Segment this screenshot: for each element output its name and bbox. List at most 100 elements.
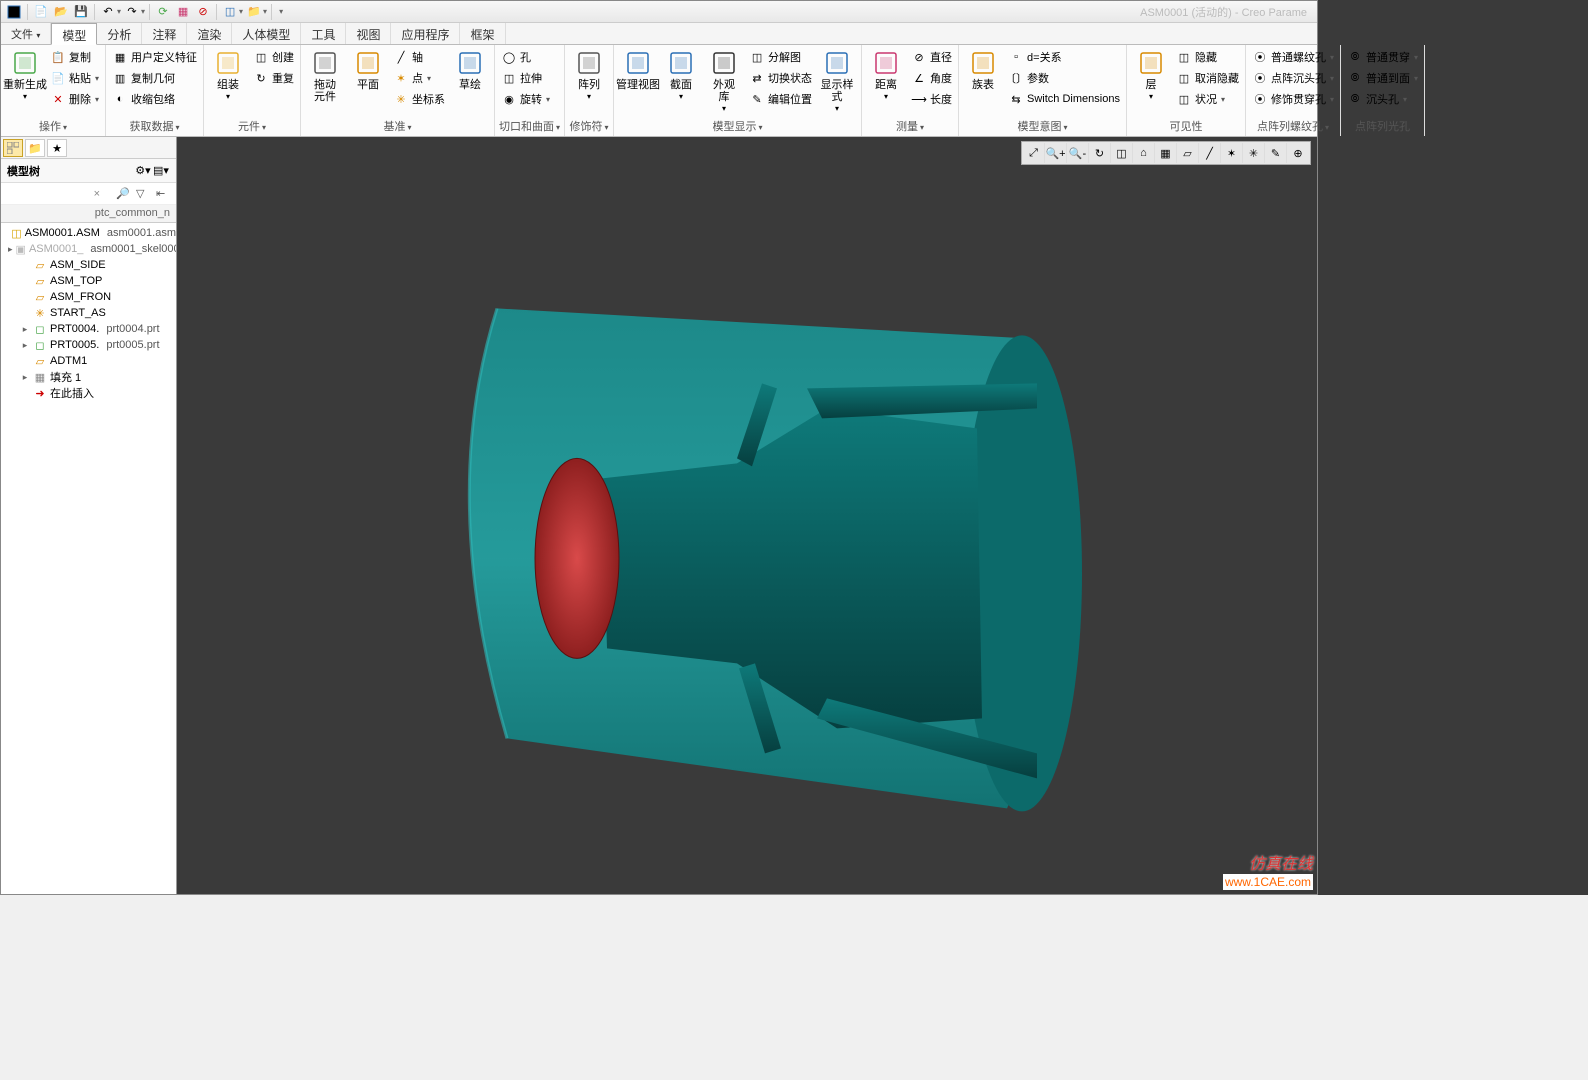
tree-twisty-icon[interactable]: ▸ — [20, 372, 30, 383]
sidebar-search-icon[interactable]: 🔎 — [116, 187, 130, 200]
tab-tools[interactable]: 工具 — [301, 23, 346, 44]
status-button[interactable]: ◫状况▾ — [1174, 89, 1241, 109]
assemble-button[interactable]: 组装▾ — [208, 47, 248, 103]
cthrd-pt-button[interactable]: ⦿修饰贯穿孔▾ — [1250, 89, 1336, 109]
qat-regen-icon[interactable]: ⟳ — [154, 3, 172, 21]
relation-button[interactable]: ▫d=关系 — [1006, 47, 1122, 67]
saved-view-icon[interactable]: ⌂ — [1133, 143, 1155, 163]
famtable-button[interactable]: 族表 — [963, 47, 1003, 91]
tab-frame[interactable]: 框架 — [460, 23, 505, 44]
switchdim-button[interactable]: ⇆Switch Dimensions — [1006, 89, 1122, 109]
datum-point-icon[interactable]: ✶ — [1221, 143, 1243, 163]
tab-view[interactable]: 视图 — [346, 23, 391, 44]
paste-button[interactable]: 📄粘贴▾ — [48, 68, 101, 88]
csunk-pt-button[interactable]: ⦿点阵沉头孔▾ — [1250, 68, 1336, 88]
sidebar-tab-folder-icon[interactable]: 📁 — [25, 139, 45, 157]
annot-icon[interactable]: ✎ — [1265, 143, 1287, 163]
repaint-icon[interactable]: ↻ — [1089, 143, 1111, 163]
datum-csys-icon[interactable]: ✳ — [1243, 143, 1265, 163]
csys-button[interactable]: ✳坐标系 — [391, 89, 447, 109]
sketch-button[interactable]: 草绘 — [450, 47, 490, 91]
hide-button[interactable]: ◫隐藏 — [1174, 47, 1241, 67]
persp-icon[interactable]: ▦ — [1155, 143, 1177, 163]
tree-row[interactable]: ▱ASM_FRON — [1, 289, 176, 305]
tree-row[interactable]: ▱ASM_TOP — [1, 273, 176, 289]
editpos-button[interactable]: ✎编辑位置 — [747, 89, 814, 109]
unhide-button[interactable]: ◫取消隐藏 — [1174, 68, 1241, 88]
axis-button[interactable]: ╱轴 — [391, 47, 447, 67]
tree-twisty-icon[interactable]: ▸ — [20, 324, 30, 335]
plane-button[interactable]: 平面 — [348, 47, 388, 91]
qat-app-icon[interactable] — [5, 3, 23, 21]
sidebar-collapse-icon[interactable]: ⇤ — [156, 187, 170, 200]
shrink-button[interactable]: ◐收缩包络 — [110, 89, 199, 109]
pattern-button[interactable]: 阵列▾ — [569, 47, 609, 103]
point-button[interactable]: ✶点▾ — [391, 68, 447, 88]
qat-folder-icon[interactable]: 📁 — [245, 3, 263, 21]
extrude-button[interactable]: ◫拉伸 — [499, 68, 552, 88]
repeat-button[interactable]: ↻重复 — [251, 68, 296, 88]
spin-center-icon[interactable]: ⊕ — [1287, 143, 1309, 163]
tab-app[interactable]: 应用程序 — [391, 23, 460, 44]
sidebar-tab-tree-icon[interactable] — [3, 139, 23, 157]
explode-button[interactable]: ◫分解图 — [747, 47, 814, 67]
toface-button[interactable]: ⦾普通到面▾ — [1345, 68, 1420, 88]
csunk-button[interactable]: ⦾沉头孔▾ — [1345, 89, 1420, 109]
udf-button[interactable]: ▦用户定义特征 — [110, 47, 199, 67]
qat-open-icon[interactable]: 📂 — [52, 3, 70, 21]
tree-row[interactable]: ▸▣ASM0001_asm0001_skel000 — [1, 241, 176, 257]
sidebar-filter-icon[interactable]: ▽ — [136, 187, 150, 200]
tree-twisty-icon[interactable]: ▸ — [8, 244, 13, 255]
dispstyle-button[interactable]: 显示样式▾ — [817, 47, 857, 115]
tab-analysis[interactable]: 分析 — [97, 23, 142, 44]
copy-button[interactable]: 📋复制 — [48, 47, 101, 67]
layer-button[interactable]: 层▾ — [1131, 47, 1171, 103]
angle-button[interactable]: ∠角度 — [909, 68, 954, 88]
qat-windows-icon[interactable]: ▦ — [174, 3, 192, 21]
tree-row[interactable]: ◫ASM0001.ASMasm0001.asm — [1, 225, 176, 241]
zoom-out-icon[interactable]: 🔍- — [1067, 143, 1089, 163]
qat-new-icon[interactable]: 📄 — [32, 3, 50, 21]
mgrview-button[interactable]: 管理视图 — [618, 47, 658, 91]
tree-twisty-icon[interactable]: ▸ — [20, 340, 30, 351]
sidebar-tab-fav-icon[interactable]: ★ — [47, 139, 67, 157]
zoom-in-icon[interactable]: 🔍+ — [1045, 143, 1067, 163]
copygeom-button[interactable]: ▥复制几何 — [110, 68, 199, 88]
datum-axis-icon[interactable]: ╱ — [1199, 143, 1221, 163]
qat-close-icon[interactable]: ⊘ — [194, 3, 212, 21]
tab-model[interactable]: 模型 — [51, 23, 97, 45]
length-button[interactable]: ⟶长度 — [909, 89, 954, 109]
tree-row[interactable]: ▱ADTM1 — [1, 353, 176, 369]
create-button[interactable]: ◫创建 — [251, 47, 296, 67]
qat-redo-icon[interactable]: ↷ — [123, 3, 141, 21]
tab-annotate[interactable]: 注释 — [142, 23, 187, 44]
qat-box-icon[interactable]: ◫ — [221, 3, 239, 21]
delete-button[interactable]: ✕删除▾ — [48, 89, 101, 109]
tree-row[interactable]: ✳START_AS — [1, 305, 176, 321]
param-button[interactable]: 〔〕参数 — [1006, 68, 1122, 88]
tab-manikin[interactable]: 人体模型 — [232, 23, 301, 44]
tree-row[interactable]: ▱ASM_SIDE — [1, 257, 176, 273]
through-button[interactable]: ⦾普通贯穿▾ — [1345, 47, 1420, 67]
distance-button[interactable]: 距离▾ — [866, 47, 906, 103]
qat-save-icon[interactable]: 💾 — [72, 3, 90, 21]
tab-file[interactable]: 文件 ▾ — [1, 23, 51, 44]
revolve-button[interactable]: ◉旋转▾ — [499, 89, 552, 109]
sidebar-settings-icon[interactable]: ⚙▾ — [134, 164, 152, 177]
tab-render[interactable]: 渲染 — [187, 23, 232, 44]
section-button[interactable]: 截面▾ — [661, 47, 701, 103]
dragcomp-button[interactable]: 拖动元件 — [305, 47, 345, 103]
togstate-button[interactable]: ⇄切换状态 — [747, 68, 814, 88]
sidebar-show-icon[interactable]: ▤▾ — [152, 164, 170, 177]
tree-row[interactable]: ▸▦填充 1 — [1, 369, 176, 385]
qat-undo-icon[interactable]: ↶ — [99, 3, 117, 21]
thread-pt-button[interactable]: ⦿普通螺纹孔▾ — [1250, 47, 1336, 67]
tree-row[interactable]: ➜在此插入 — [1, 385, 176, 401]
datum-plane-icon[interactable]: ▱ — [1177, 143, 1199, 163]
diameter-button[interactable]: ⊘直径 — [909, 47, 954, 67]
regen-button[interactable]: 重新生成▾ — [5, 47, 45, 103]
viewport-3d[interactable]: ⤢ 🔍+ 🔍- ↻ ◫ ⌂ ▦ ▱ ╱ ✶ ✳ ✎ ⊕ — [177, 137, 1317, 894]
refit-icon[interactable]: ⤢ — [1023, 143, 1045, 163]
appear-button[interactable]: 外观库▾ — [704, 47, 744, 115]
sidebar-filter-close-icon[interactable]: × — [94, 188, 100, 200]
